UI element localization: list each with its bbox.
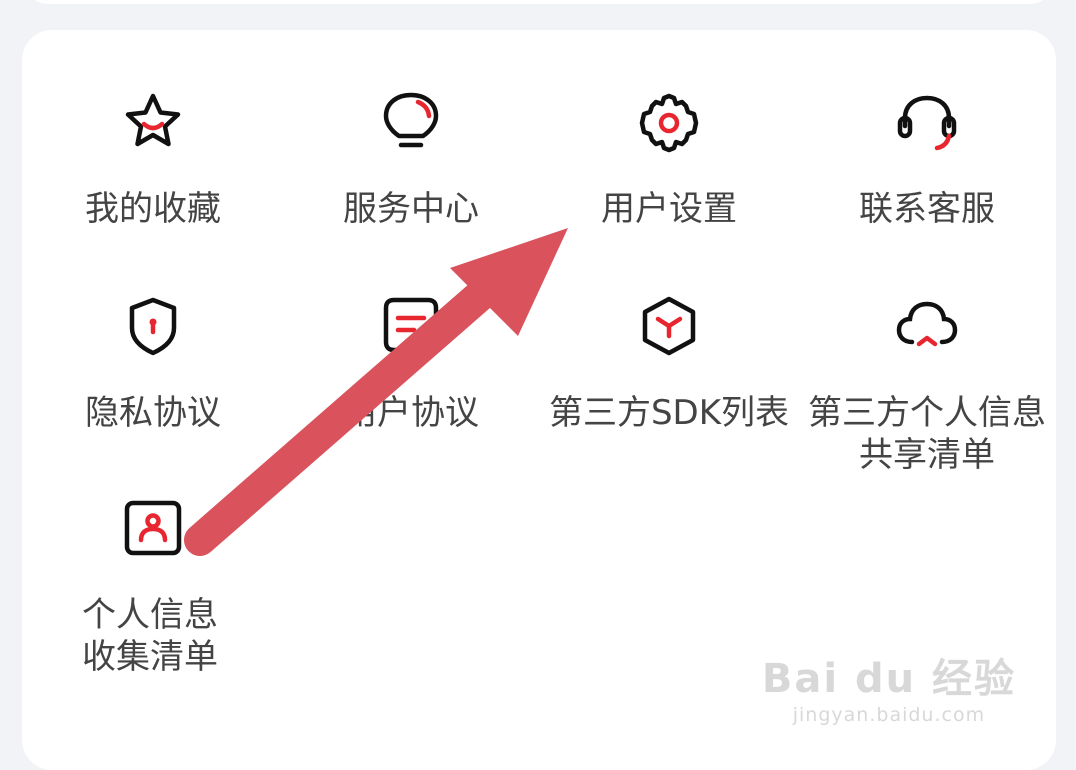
menu-item-label: 我的收藏 <box>24 188 282 230</box>
menu-item-third-party-sharing[interactable]: 第三方个人信息 共享清单 <box>798 292 1056 476</box>
lightbulb-icon <box>376 88 446 158</box>
baidu-jingyan-watermark: Bai du 经验 jingyan.baidu.com <box>762 646 1016 726</box>
menu-item-label: 联系客服 <box>798 188 1056 230</box>
menu-item-label: 服务中心 <box>282 188 540 230</box>
menu-item-label: 个人信息 收集清单 <box>24 594 282 678</box>
user-card-icon <box>118 494 188 564</box>
menu-item-label: 用户设置 <box>540 188 798 230</box>
menu-item-label: 用户协议 <box>282 392 540 434</box>
menu-item-label: 第三方个人信息 共享清单 <box>798 392 1056 476</box>
menu-item-privacy-policy[interactable]: 隐私协议 <box>24 292 282 434</box>
cube-icon <box>634 292 704 362</box>
menu-item-personal-info-collection[interactable]: 个人信息 收集清单 <box>24 494 282 678</box>
menu-item-customer-service[interactable]: 联系客服 <box>798 88 1056 230</box>
headset-icon <box>892 88 962 158</box>
document-icon <box>376 292 446 362</box>
cloud-icon <box>892 292 962 362</box>
menu-item-user-agreement[interactable]: 用户协议 <box>282 292 540 434</box>
gear-icon <box>634 88 704 158</box>
menu-item-user-settings[interactable]: 用户设置 <box>540 88 798 230</box>
menu-item-label: 隐私协议 <box>24 392 282 434</box>
watermark-logo: Bai du 经验 <box>762 646 1016 704</box>
shield-icon <box>118 292 188 362</box>
menu-grid: 我的收藏 服务中心 用户设置 联系客服 隐私协议 <box>0 0 1076 748</box>
menu-item-sdk-list[interactable]: 第三方SDK列表 <box>540 292 798 434</box>
menu-item-label: 第三方SDK列表 <box>540 392 798 434</box>
menu-item-service-center[interactable]: 服务中心 <box>282 88 540 230</box>
menu-item-favorites[interactable]: 我的收藏 <box>24 88 282 230</box>
watermark-url: jingyan.baidu.com <box>762 704 1016 726</box>
star-icon <box>118 88 188 158</box>
